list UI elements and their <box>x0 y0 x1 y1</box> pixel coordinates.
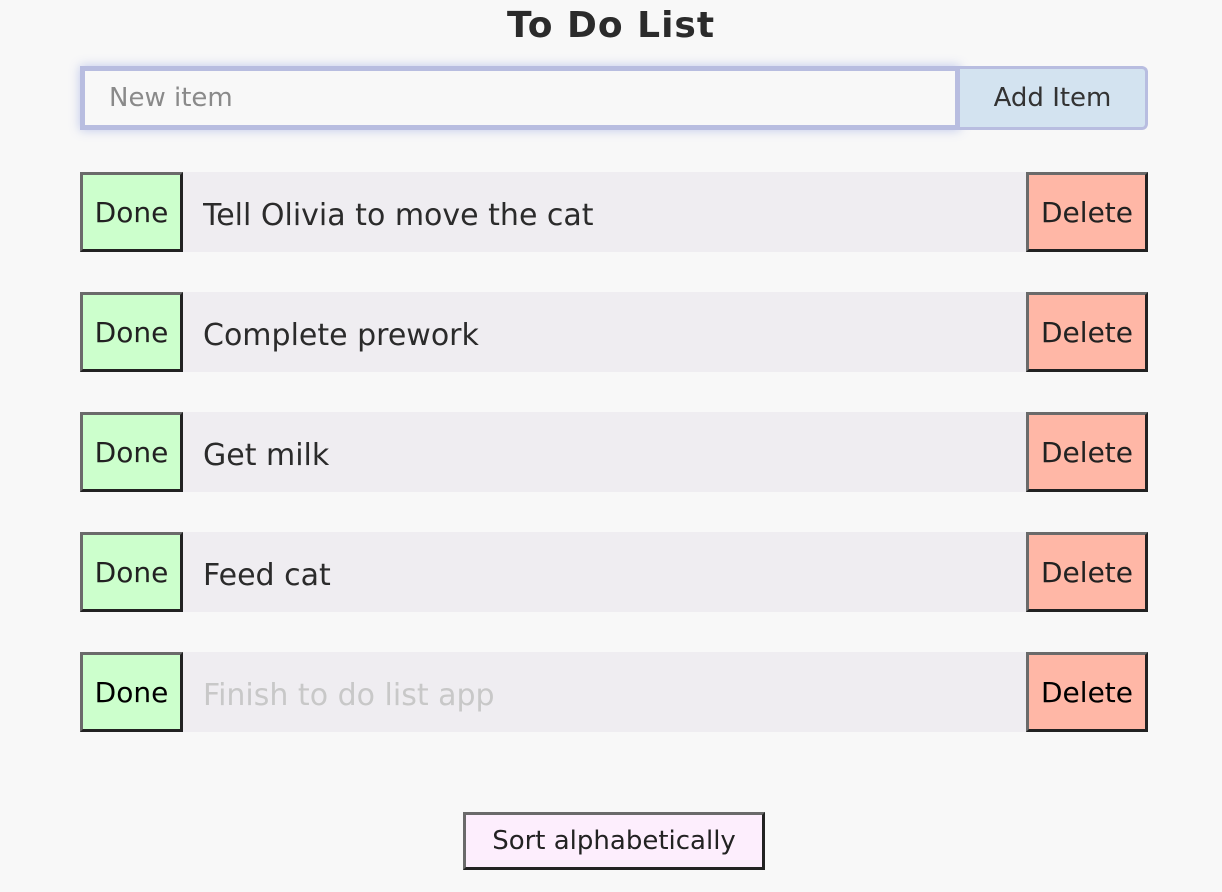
todo-item: Done Get milk Delete <box>80 412 1148 492</box>
page-title: To Do List <box>506 5 716 46</box>
add-item-button[interactable]: Add Item <box>960 66 1148 130</box>
delete-button[interactable]: Delete <box>1026 652 1148 732</box>
done-button[interactable]: Done <box>80 652 183 732</box>
delete-button[interactable]: Delete <box>1026 292 1148 372</box>
todo-list: Done Tell Olivia to move the cat Delete … <box>80 172 1148 772</box>
delete-button[interactable]: Delete <box>1026 532 1148 612</box>
todo-item: Done Complete prework Delete <box>80 292 1148 372</box>
done-button[interactable]: Done <box>80 532 183 612</box>
todo-item-text: Tell Olivia to move the cat <box>203 198 594 233</box>
done-button[interactable]: Done <box>80 412 183 492</box>
todo-item: Done Feed cat Delete <box>80 532 1148 612</box>
done-button[interactable]: Done <box>80 172 183 252</box>
delete-button[interactable]: Delete <box>1026 412 1148 492</box>
delete-button[interactable]: Delete <box>1026 172 1148 252</box>
todo-item-text: Get milk <box>203 438 330 473</box>
done-button[interactable]: Done <box>80 292 183 372</box>
new-item-input[interactable] <box>80 66 960 130</box>
todo-item-text: Feed cat <box>203 558 331 593</box>
todo-item: Done Tell Olivia to move the cat Delete <box>80 172 1148 252</box>
todo-item-text: Complete prework <box>203 318 479 353</box>
sort-alphabetically-button[interactable]: Sort alphabetically <box>463 812 765 870</box>
todo-item-completed: Done Finish to do list app Delete <box>80 652 1148 732</box>
add-item-form: Add Item <box>80 66 1148 130</box>
todo-item-text: Finish to do list app <box>203 678 495 713</box>
